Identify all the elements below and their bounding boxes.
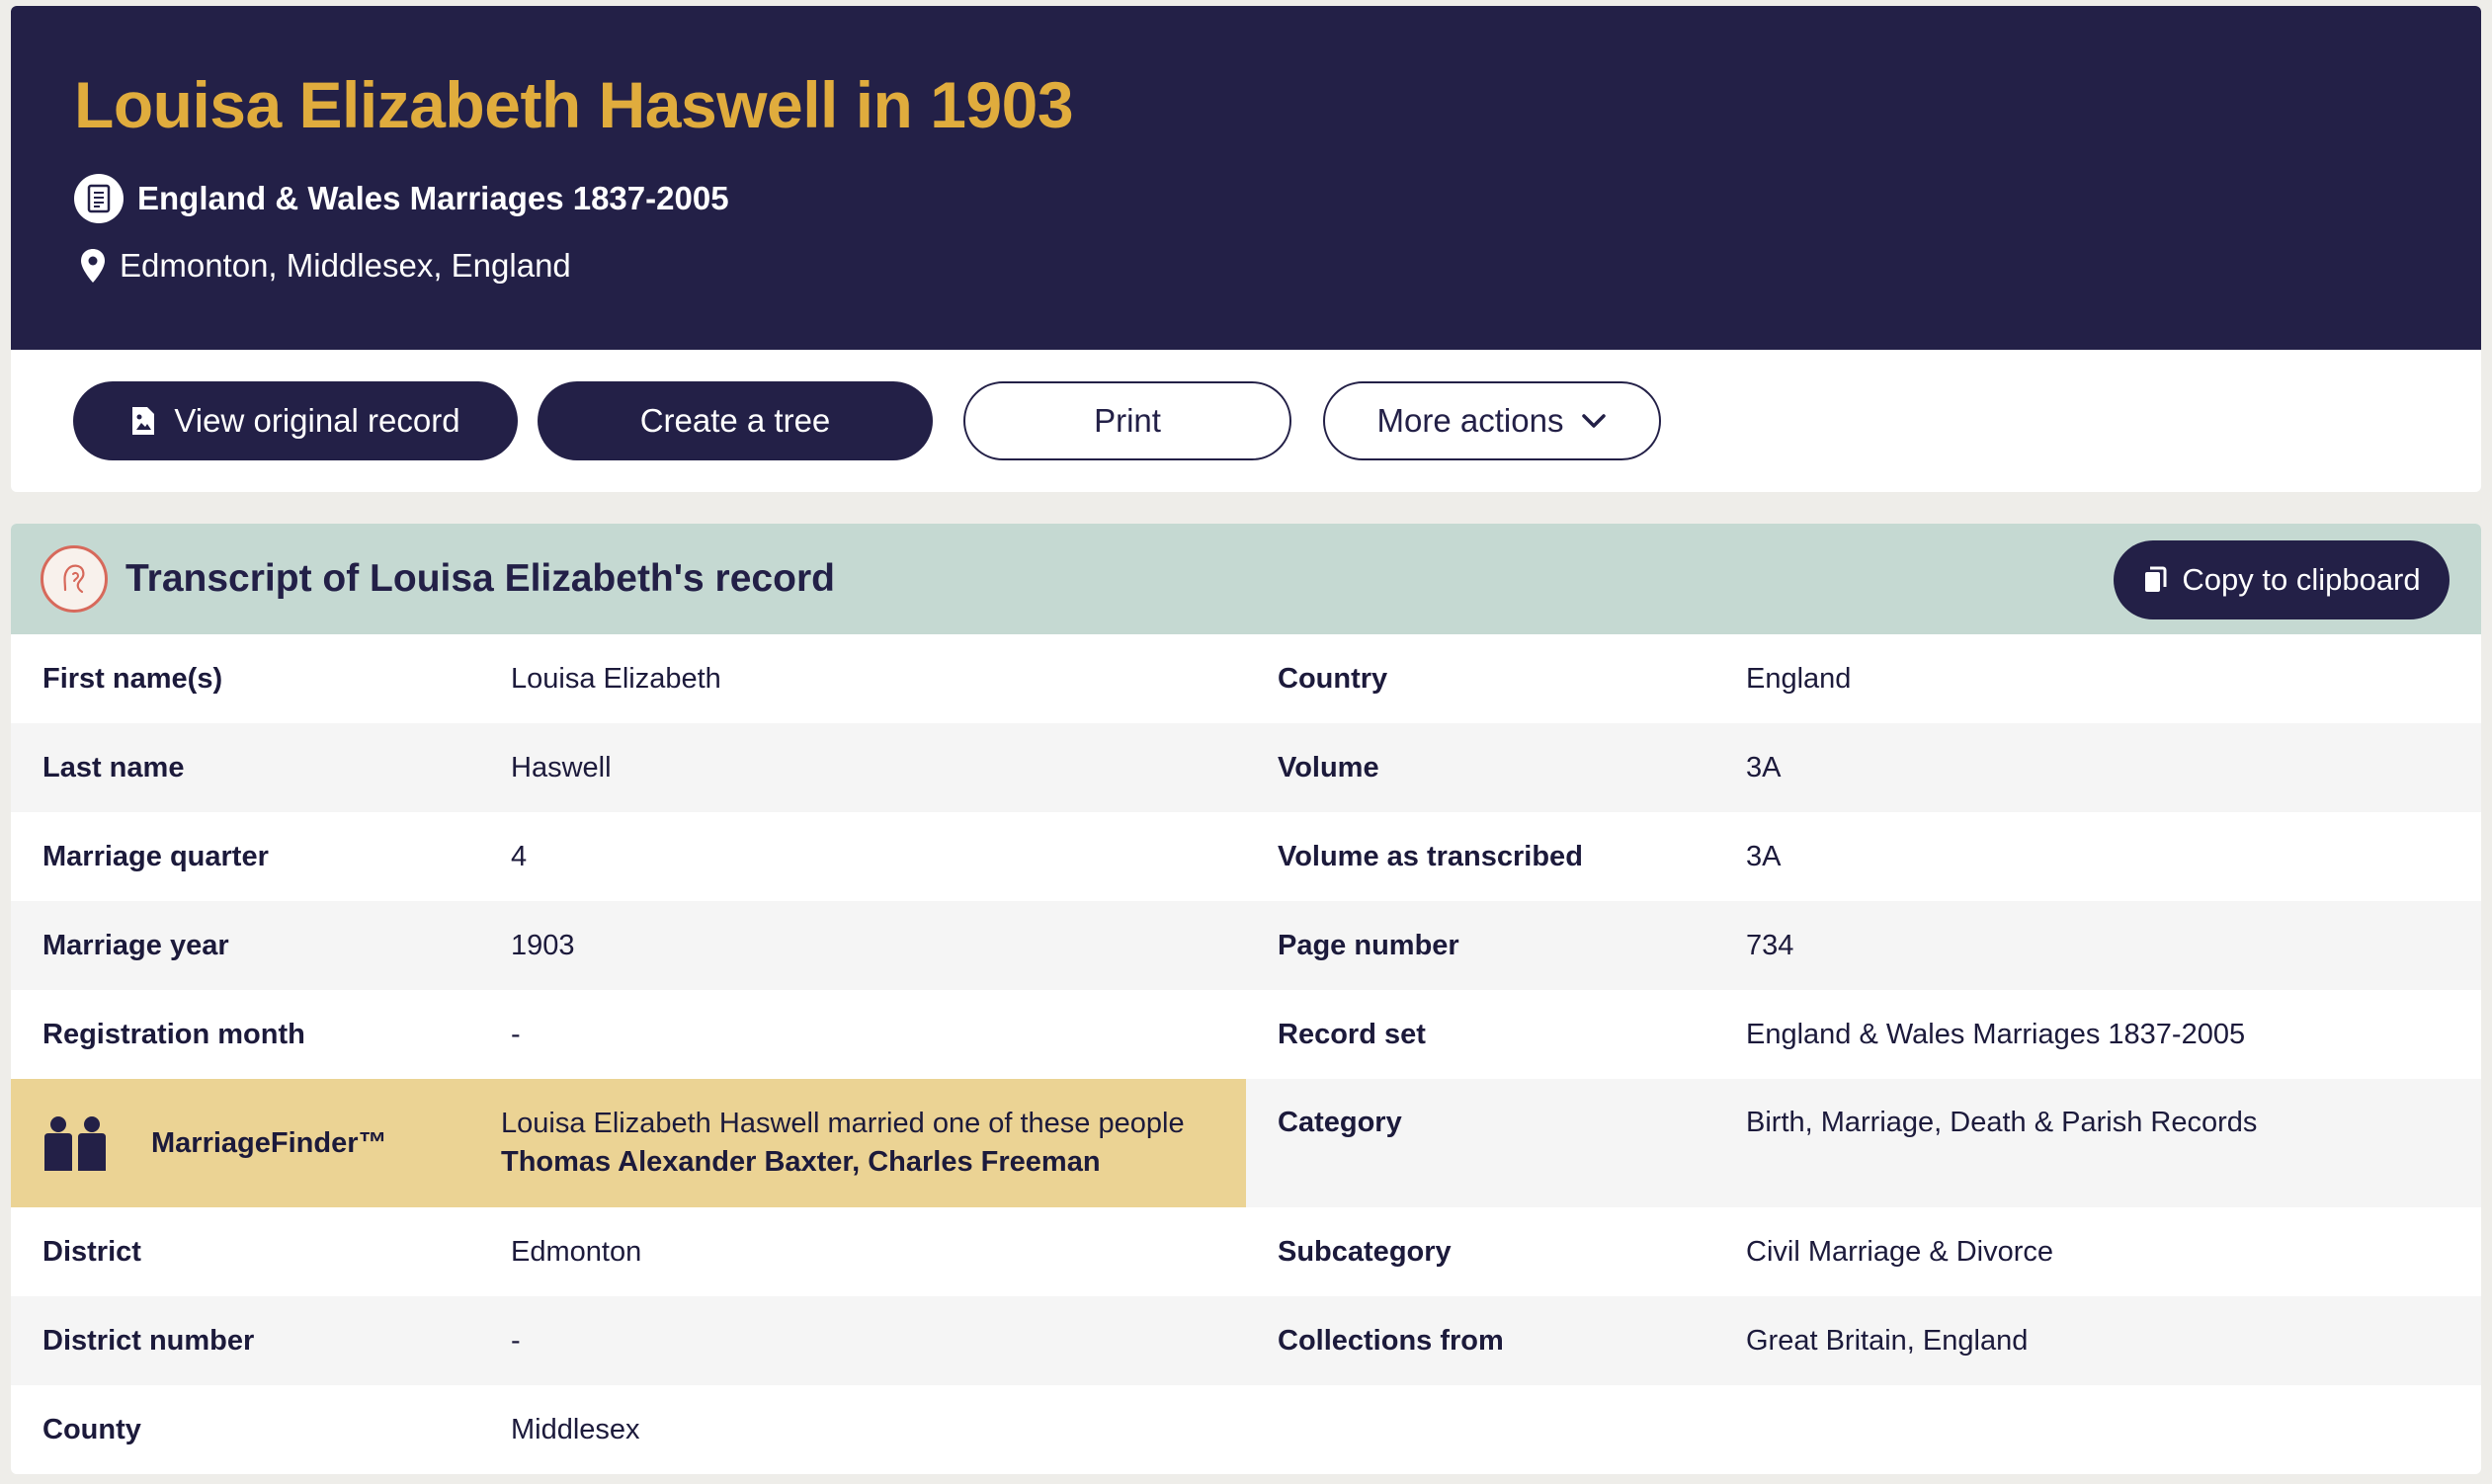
- field-value: 3A: [1746, 840, 1782, 872]
- field-label: Subcategory: [1278, 1235, 1452, 1268]
- location-pin-icon: [81, 249, 105, 283]
- field-label: Marriage quarter: [42, 840, 269, 872]
- table-row: District number - Collections from Great…: [11, 1296, 2481, 1385]
- field-value: 1903: [511, 929, 575, 961]
- print-button[interactable]: Print: [963, 381, 1291, 460]
- field-value: Edmonton: [511, 1235, 642, 1268]
- field-label: Volume: [1278, 751, 1379, 783]
- field-label: Last name: [42, 751, 185, 783]
- field-value: England & Wales Marriages 1837-2005: [1746, 1018, 2246, 1050]
- create-tree-button[interactable]: Create a tree: [538, 381, 933, 460]
- document-icon: [74, 174, 124, 223]
- view-original-record-button[interactable]: View original record: [73, 381, 518, 460]
- record-header: Louisa Elizabeth Haswell in 1903 England…: [11, 6, 2481, 350]
- table-row: Last name Haswell Volume 3A: [11, 723, 2481, 812]
- marriage-finder-text: Louisa Elizabeth Haswell married one of …: [501, 1105, 1185, 1182]
- field-value: 734: [1746, 929, 1794, 961]
- field-value: [1714, 1385, 2481, 1474]
- table-row: County Middlesex: [11, 1385, 2481, 1474]
- marriage-finder-description: Louisa Elizabeth Haswell married one of …: [501, 1108, 1185, 1139]
- record-set-line: England & Wales Marriages 1837-2005: [74, 174, 729, 223]
- field-value: 4: [511, 840, 528, 872]
- field-label: Marriage year: [42, 929, 229, 961]
- record-location: Edmonton, Middlesex, England: [120, 247, 571, 284]
- view-original-record-label: View original record: [174, 402, 460, 439]
- print-label: Print: [1094, 402, 1161, 439]
- field-value: Great Britain, England: [1746, 1324, 2029, 1357]
- table-row: Marriage year 1903 Page number 734: [11, 901, 2481, 990]
- field-value: -: [511, 1018, 521, 1050]
- field-value: Middlesex: [511, 1413, 640, 1445]
- transcript-panel: Transcript of Louisa Elizabeth's record …: [11, 524, 2481, 1474]
- transcript-title: Transcript of Louisa Elizabeth's record: [125, 557, 835, 600]
- copy-to-clipboard-label: Copy to clipboard: [2182, 562, 2421, 597]
- chevron-down-icon: [1582, 414, 1607, 428]
- field-label: County: [42, 1413, 141, 1445]
- marriage-finder-names[interactable]: Thomas Alexander Baxter, Charles Freeman: [501, 1143, 1185, 1182]
- more-actions-label: More actions: [1376, 402, 1564, 439]
- field-label: Page number: [1278, 929, 1459, 961]
- copy-icon: [2145, 566, 2167, 592]
- table-row: MarriageFinder™ Louisa Elizabeth Haswell…: [11, 1079, 2481, 1207]
- field-label: District: [42, 1235, 141, 1268]
- field-label: Volume as transcribed: [1278, 840, 1583, 872]
- copy-to-clipboard-button[interactable]: Copy to clipboard: [2114, 540, 2450, 619]
- field-value: 3A: [1746, 751, 1782, 783]
- field-value: Louisa Elizabeth: [511, 662, 721, 695]
- page-title: Louisa Elizabeth Haswell in 1903: [74, 68, 1074, 141]
- table-row: Registration month - Record set England …: [11, 990, 2481, 1079]
- field-label: [1246, 1385, 1714, 1474]
- more-actions-button[interactable]: More actions: [1323, 381, 1661, 460]
- record-set-title: England & Wales Marriages 1837-2005: [137, 180, 729, 216]
- field-label: District number: [42, 1324, 255, 1357]
- field-value: -: [511, 1324, 521, 1357]
- image-file-icon: [132, 407, 155, 435]
- field-value: Birth, Marriage, Death & Parish Records: [1746, 1107, 2258, 1138]
- person-silhouette-icon: [41, 545, 108, 613]
- field-label: Record set: [1278, 1018, 1426, 1050]
- field-label: Collections from: [1278, 1324, 1504, 1357]
- field-value: Civil Marriage & Divorce: [1746, 1235, 2054, 1268]
- field-label: Category: [1278, 1107, 1402, 1138]
- table-row: Marriage quarter 4 Volume as transcribed…: [11, 812, 2481, 901]
- transcript-header: Transcript of Louisa Elizabeth's record …: [11, 524, 2481, 634]
- create-tree-label: Create a tree: [639, 402, 831, 439]
- marriage-finder[interactable]: MarriageFinder™ Louisa Elizabeth Haswell…: [11, 1079, 1246, 1207]
- location-line: Edmonton, Middlesex, England: [80, 247, 571, 285]
- people-icon: [44, 1116, 106, 1171]
- field-value: England: [1746, 662, 1852, 695]
- table-row: District Edmonton Subcategory Civil Marr…: [11, 1207, 2481, 1296]
- field-label: Country: [1278, 662, 1388, 695]
- field-label: Registration month: [42, 1018, 305, 1050]
- marriage-finder-label: MarriageFinder™: [151, 1126, 387, 1159]
- table-row: First name(s) Louisa Elizabeth Country E…: [11, 634, 2481, 723]
- action-bar: View original record Create a tree Print…: [11, 350, 2481, 492]
- field-label: First name(s): [42, 662, 223, 695]
- field-value: Haswell: [511, 751, 612, 783]
